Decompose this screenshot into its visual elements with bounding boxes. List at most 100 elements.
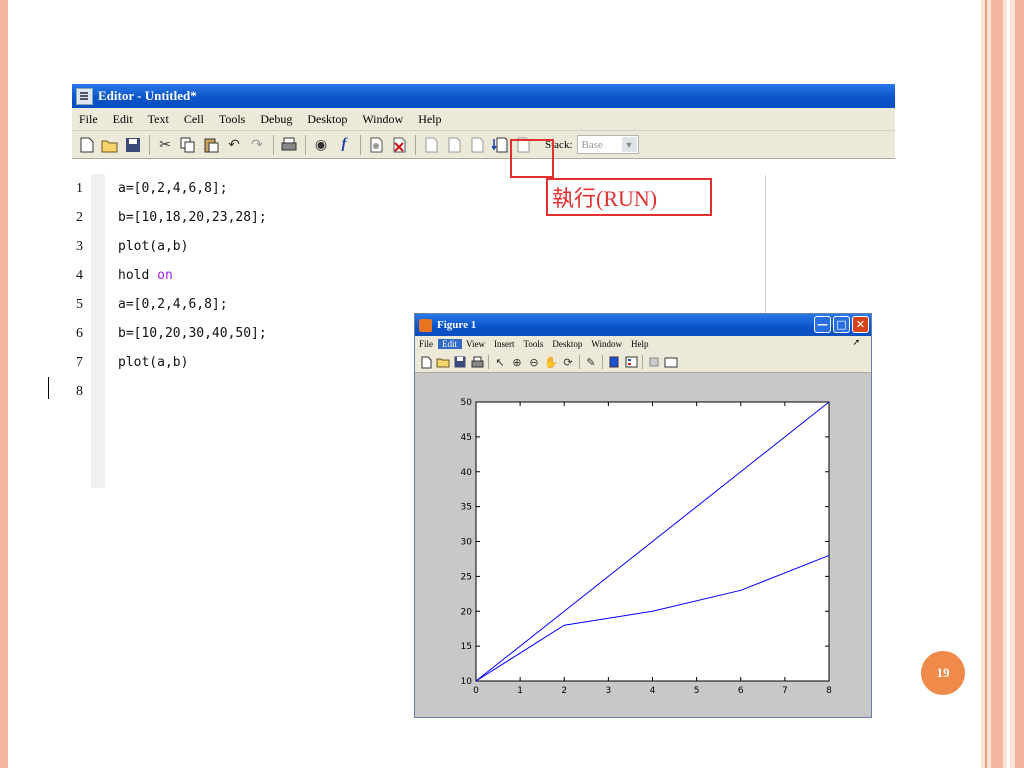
line-number: 7 [76, 355, 83, 370]
line-number: 8 [76, 384, 83, 399]
y-tick-label: 30 [461, 538, 473, 548]
clear-breakpoints-icon[interactable] [390, 136, 408, 154]
code-text: a=[0,2,4,6,8]; [118, 297, 228, 312]
code-line: 4 hold on [72, 261, 267, 290]
maximize-icon[interactable]: □ [833, 316, 850, 333]
function-icon[interactable]: f [335, 136, 353, 154]
menu-tools[interactable]: Tools [212, 112, 254, 127]
editor-toolbar: ✂ ↶ ↷ ◉ f Stack: Base ▼ [72, 131, 895, 159]
figure-menu-bar: File Edit View Insert Tools Desktop Wind… [415, 336, 871, 352]
editor-title-bar: Editor - Untitled* [72, 84, 895, 108]
menu-window[interactable]: Window [355, 112, 411, 127]
cut-icon[interactable]: ✂ [156, 136, 174, 154]
print-figure-icon[interactable] [470, 355, 484, 369]
code-text: plot(a,b) [118, 355, 189, 370]
y-tick-label: 40 [461, 468, 473, 478]
figure-window: Figure 1 — □ ✕ File Edit View Insert Too… [414, 313, 872, 718]
zoom-in-icon[interactable]: ⊕ [510, 355, 524, 369]
chevron-down-icon[interactable]: ▼ [621, 137, 637, 152]
y-tick-label: 50 [461, 398, 473, 408]
step-icon[interactable] [422, 136, 440, 154]
x-tick-label: 8 [826, 686, 832, 696]
line-number: 6 [76, 326, 83, 341]
new-file-icon[interactable] [78, 136, 96, 154]
figure-toolbar: ↖ ⊕ ⊖ ✋ ⟳ ✎ [415, 352, 871, 373]
line-number: 4 [76, 268, 83, 283]
legend-icon[interactable] [624, 355, 638, 369]
fig-menu-view[interactable]: View [462, 339, 490, 349]
fig-menu-insert[interactable]: Insert [490, 339, 520, 349]
step-in-icon[interactable] [445, 136, 463, 154]
undo-icon[interactable]: ↶ [225, 136, 243, 154]
set-breakpoint-icon[interactable] [367, 136, 385, 154]
save-icon[interactable] [124, 136, 142, 154]
menu-file[interactable]: File [72, 112, 106, 127]
open-folder-icon[interactable] [101, 136, 119, 154]
print-icon[interactable] [280, 136, 298, 154]
fig-menu-file[interactable]: File [415, 339, 438, 349]
y-tick-label: 15 [461, 642, 472, 652]
hide-plot-tools-icon[interactable] [647, 355, 661, 369]
menu-desktop[interactable]: Desktop [300, 112, 355, 127]
run-highlight-box [510, 139, 554, 178]
find-binoculars-icon[interactable]: ◉ [312, 136, 330, 154]
stack-dropdown[interactable]: Base ▼ [576, 135, 639, 154]
rotate-3d-icon[interactable]: ⟳ [561, 355, 575, 369]
menu-debug[interactable]: Debug [253, 112, 300, 127]
text-caret [48, 377, 49, 399]
stack-value: Base [581, 138, 603, 151]
menu-help[interactable]: Help [411, 112, 449, 127]
code-text: b=[10,18,20,23,28]; [118, 210, 267, 225]
code-line: 1 a=[0,2,4,6,8]; [72, 174, 267, 203]
line-number: 1 [76, 181, 83, 196]
x-tick-label: 4 [650, 686, 656, 696]
pan-hand-icon[interactable]: ✋ [544, 355, 558, 369]
slide-left-rule [0, 0, 8, 768]
zoom-out-icon[interactable]: ⊖ [527, 355, 541, 369]
paste-icon[interactable] [202, 136, 220, 154]
menu-overflow-icon[interactable]: ➚ [848, 337, 865, 348]
x-tick-label: 5 [694, 686, 700, 696]
fig-menu-edit[interactable]: Edit [438, 339, 463, 349]
line-plot: 0 1 2 3 4 5 6 7 8101520253035404550 [461, 398, 833, 696]
code-lines: 1 a=[0,2,4,6,8]; 2 b=[10,18,20,23,28]; 3… [72, 174, 267, 406]
copy-icon[interactable] [179, 136, 197, 154]
step-out-icon[interactable] [468, 136, 486, 154]
run-callout-label: 執行(RUN) [546, 178, 712, 216]
fig-menu-tools[interactable]: Tools [519, 339, 548, 349]
code-line: 7 plot(a,b) [72, 348, 267, 377]
y-tick-label: 25 [461, 572, 472, 582]
x-tick-label: 3 [606, 686, 612, 696]
menu-text[interactable]: Text [141, 112, 177, 127]
colorbar-icon[interactable] [607, 355, 621, 369]
line-number: 2 [76, 210, 83, 225]
menu-cell[interactable]: Cell [177, 112, 212, 127]
open-file-icon[interactable] [436, 355, 450, 369]
new-figure-icon[interactable] [419, 355, 433, 369]
run-icon[interactable] [491, 136, 509, 154]
fig-menu-window[interactable]: Window [587, 339, 627, 349]
pointer-arrow-icon[interactable]: ↖ [493, 355, 507, 369]
minimize-icon[interactable]: — [814, 316, 831, 333]
y-tick-label: 45 [461, 433, 472, 443]
slide-right-decoration [975, 0, 1024, 768]
code-text-plain: hold [118, 268, 158, 283]
x-tick-label: 6 [738, 686, 744, 696]
line-number: 3 [76, 239, 83, 254]
data-cursor-icon[interactable]: ✎ [584, 355, 598, 369]
x-tick-label: 0 [473, 686, 479, 696]
redo-icon[interactable]: ↷ [248, 136, 266, 154]
menu-edit[interactable]: Edit [106, 112, 141, 127]
code-text: hold on [106, 261, 173, 290]
editor-app-icon [76, 87, 93, 105]
code-text: plot(a,b) [118, 239, 189, 254]
close-icon[interactable]: ✕ [852, 316, 869, 333]
x-tick-label: 1 [517, 686, 523, 696]
save-figure-icon[interactable] [453, 355, 467, 369]
code-line: 6 b=[10,20,30,40,50]; [72, 319, 267, 348]
fig-menu-desktop[interactable]: Desktop [548, 339, 587, 349]
show-plot-tools-icon[interactable] [664, 355, 678, 369]
x-tick-label: 7 [782, 686, 788, 696]
fig-menu-help[interactable]: Help [627, 339, 654, 349]
